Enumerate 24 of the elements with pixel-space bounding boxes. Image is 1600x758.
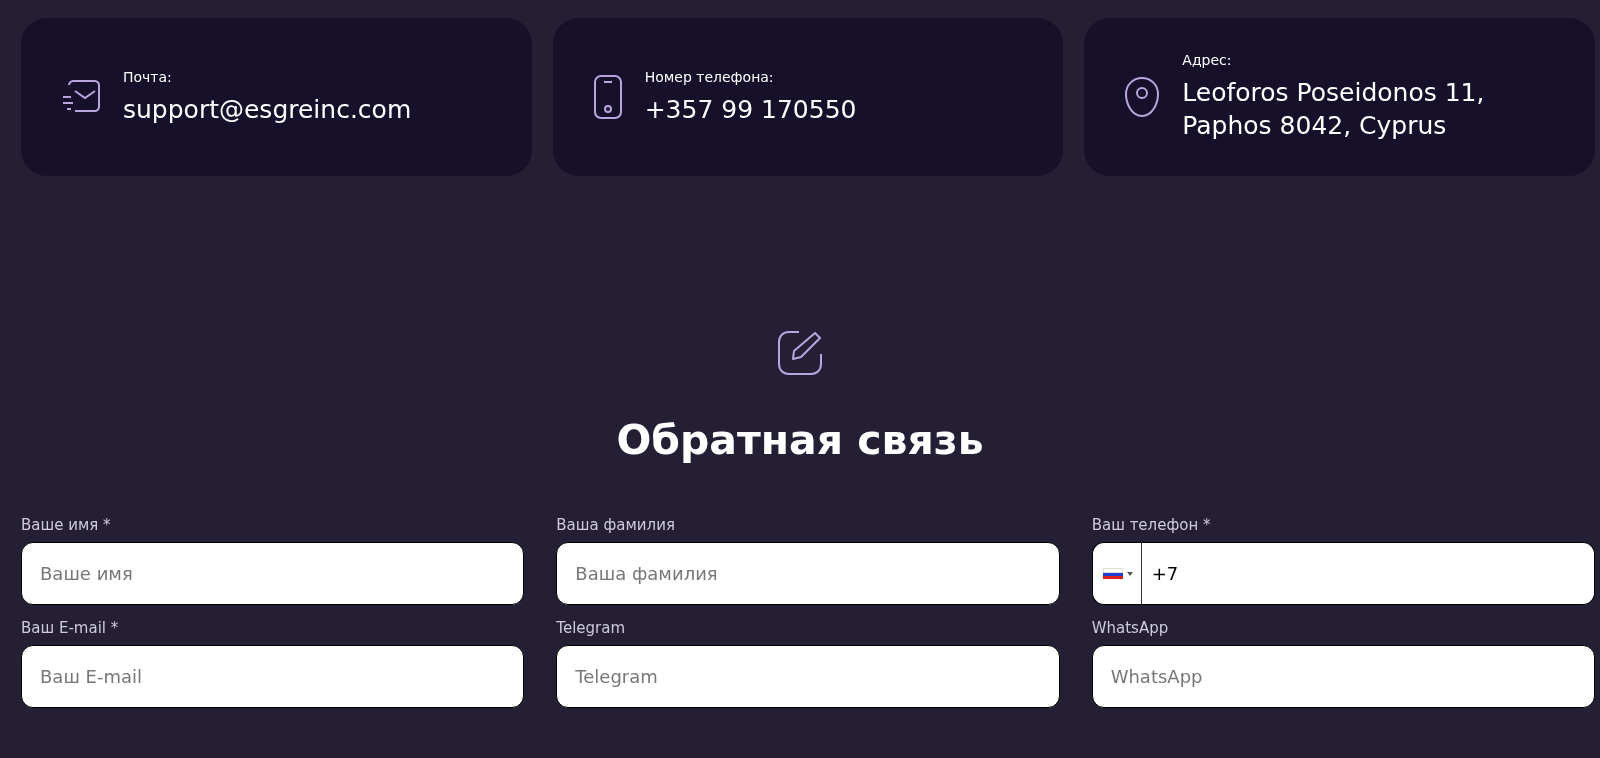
phone-input[interactable]: +7 (1141, 542, 1595, 605)
location-pin-icon (1124, 76, 1161, 118)
envelope-icon (61, 79, 101, 115)
section-title: Обратная связь (616, 416, 984, 464)
input-field[interactable]: Ваш E-mail (21, 645, 525, 708)
field-label: Ваше имя * (21, 516, 112, 534)
contact-value: Leoforos Poseidonos 11, Paphos 8042, Cyprus (1182, 77, 1486, 142)
contact-label: Почта: (123, 68, 173, 85)
input-field[interactable]: Ваше имя (21, 542, 525, 605)
edit-icon (777, 330, 823, 376)
field-label: Ваша фамилия (556, 516, 676, 534)
input-field[interactable]: Telegram (556, 645, 1060, 708)
field-label: Ваш E-mail * (21, 619, 120, 637)
contact-label: Адрес: (1182, 52, 1233, 68)
input-field[interactable]: WhatsApp (1091, 645, 1595, 708)
input-field[interactable]: Ваша фамилия (556, 542, 1060, 605)
contact-value: support@esgreinc.com (123, 93, 412, 126)
field-label: Ваш телефон * (1091, 516, 1212, 534)
field-label: Telegram (556, 619, 627, 637)
contact-value: +357 99 170550 (644, 93, 857, 126)
country-select[interactable] (1091, 542, 1142, 605)
field-label: WhatsApp (1091, 619, 1170, 637)
contact-label: Номер телефона: (644, 68, 775, 85)
phone-icon (592, 74, 623, 120)
